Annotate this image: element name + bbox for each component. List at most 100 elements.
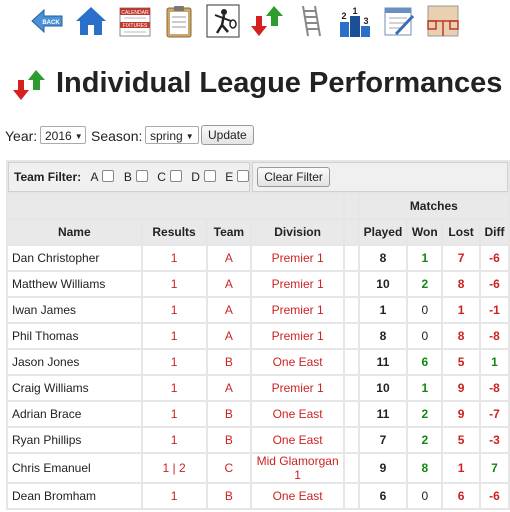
division-link[interactable]: Premier 1 (252, 246, 343, 270)
results-link[interactable]: 1 (142, 376, 206, 400)
diff-cell: -6 (480, 484, 508, 508)
table-row: Chris Emanuel 1 | 2 C Mid Glamorgan 1 9817 (8, 454, 508, 482)
won-cell: 6 (408, 350, 442, 374)
header-spacer (8, 194, 343, 218)
podium-icon[interactable]: 2 1 3 (338, 4, 372, 38)
column-header-results[interactable]: Results (142, 220, 206, 244)
results-link[interactable]: 1 (142, 428, 206, 452)
header-spacer (345, 194, 358, 218)
team-link[interactable]: A (207, 298, 251, 322)
column-header-won[interactable]: Won (408, 220, 442, 244)
table-body: Dan Christopher 1 A Premier 1 8 1 7 -6 Matthew W… (8, 246, 508, 508)
season-select[interactable]: spring ▼ (145, 126, 199, 144)
year-label: Year: (5, 128, 38, 144)
player-name-cell: Jason Jones (8, 350, 141, 374)
matches-group-header: Matches (359, 194, 508, 218)
lost-cell: 7 (443, 246, 479, 270)
ladder-icon[interactable] (294, 4, 328, 38)
won-cell: 8 (408, 454, 442, 482)
results-link[interactable]: 1 (142, 350, 206, 374)
results-link[interactable]: 1 (142, 298, 206, 322)
team-link[interactable]: B (207, 402, 251, 426)
team-filter-e-checkbox[interactable] (237, 170, 250, 182)
team-filter-b-label: B (123, 170, 132, 184)
lost-cell: 5 (443, 428, 479, 452)
column-header-team[interactable]: Team (207, 220, 251, 244)
column-header-lost[interactable]: Lost (443, 220, 479, 244)
spacer-cell (345, 428, 358, 452)
up-down-arrows-icon[interactable] (250, 4, 284, 38)
clear-filter-button[interactable]: Clear Filter (257, 167, 330, 187)
spacer-cell (345, 402, 358, 426)
results-link[interactable]: 1 (142, 324, 206, 348)
division-link[interactable]: One East (252, 402, 343, 426)
team-filter-a-checkbox[interactable] (102, 170, 115, 182)
team-filter-c-checkbox[interactable] (169, 170, 182, 182)
table-row: Ryan Phillips 1 B One East 7 2 5 -3 (8, 428, 508, 452)
player-name-cell: Adrian Brace (8, 402, 141, 426)
diff-cell: -1 (480, 298, 508, 322)
team-link[interactable]: A (207, 376, 251, 400)
team-filter-d-checkbox[interactable] (203, 170, 216, 182)
performance-table-container: Team Filter: A B C D E Clear Filter Matc… (6, 160, 510, 512)
calendar-icon-label-top: CALENDAR (121, 10, 149, 16)
division-link[interactable]: Mid Glamorgan 1 (252, 454, 343, 482)
column-header-played[interactable]: Played (359, 220, 407, 244)
played-cell: 6 (359, 484, 407, 508)
column-header-division[interactable]: Division (252, 220, 343, 244)
column-header-diff[interactable]: Diff (480, 220, 508, 244)
column-header-name[interactable]: Name (8, 220, 141, 244)
won-cell: 2 (408, 428, 442, 452)
division-link[interactable]: One East (252, 428, 343, 452)
team-link[interactable]: A (207, 272, 251, 296)
team-link[interactable]: B (207, 428, 251, 452)
team-link[interactable]: B (207, 484, 251, 508)
squash-court-icon[interactable] (426, 4, 460, 38)
division-link[interactable]: Premier 1 (252, 324, 343, 348)
team-link[interactable]: A (207, 324, 251, 348)
played-cell: 11 (359, 350, 407, 374)
diff-cell: 7 (480, 454, 508, 482)
results-link[interactable]: 1 | 2 (142, 454, 206, 482)
division-link[interactable]: Premier 1 (252, 298, 343, 322)
spacer-cell (345, 324, 358, 348)
diff-cell: -6 (480, 246, 508, 270)
team-filter-b-checkbox[interactable] (135, 170, 148, 182)
update-button[interactable]: Update (201, 125, 254, 145)
division-link[interactable]: One East (252, 350, 343, 374)
team-link[interactable]: C (207, 454, 251, 482)
team-link[interactable]: A (207, 246, 251, 270)
spacer-cell (345, 484, 358, 508)
won-cell: 2 (408, 402, 442, 426)
results-link[interactable]: 1 (142, 272, 206, 296)
clipboard-icon[interactable] (162, 4, 196, 38)
division-link[interactable]: Premier 1 (252, 272, 343, 296)
won-cell: 2 (408, 272, 442, 296)
squash-player-icon[interactable] (206, 4, 240, 38)
home-icon[interactable] (74, 4, 108, 38)
division-link[interactable]: Premier 1 (252, 376, 343, 400)
page-header: Individual League Performances (12, 64, 510, 104)
played-cell: 9 (359, 454, 407, 482)
diff-cell: -3 (480, 428, 508, 452)
year-select[interactable]: 2016 ▼ (40, 126, 86, 144)
results-link[interactable]: 1 (142, 484, 206, 508)
division-link[interactable]: One East (252, 484, 343, 508)
played-cell: 8 (359, 324, 407, 348)
edit-form-icon[interactable] (382, 4, 416, 38)
back-icon[interactable]: BACK (30, 4, 64, 38)
results-link[interactable]: 1 (142, 246, 206, 270)
lost-cell: 1 (443, 298, 479, 322)
player-name-cell: Craig Williams (8, 376, 141, 400)
played-cell: 1 (359, 298, 407, 322)
results-link[interactable]: 1 (142, 402, 206, 426)
won-cell: 0 (408, 324, 442, 348)
team-link[interactable]: B (207, 350, 251, 374)
player-name-cell: Dan Christopher (8, 246, 141, 270)
player-name-cell: Ryan Phillips (8, 428, 141, 452)
page-title: Individual League Performances (56, 67, 503, 99)
dropdown-arrow-icon: ▼ (74, 132, 83, 141)
spacer-cell (345, 454, 358, 482)
calendar-icon[interactable]: CALENDAR FIXTURES (118, 4, 152, 38)
spacer-cell (345, 350, 358, 374)
